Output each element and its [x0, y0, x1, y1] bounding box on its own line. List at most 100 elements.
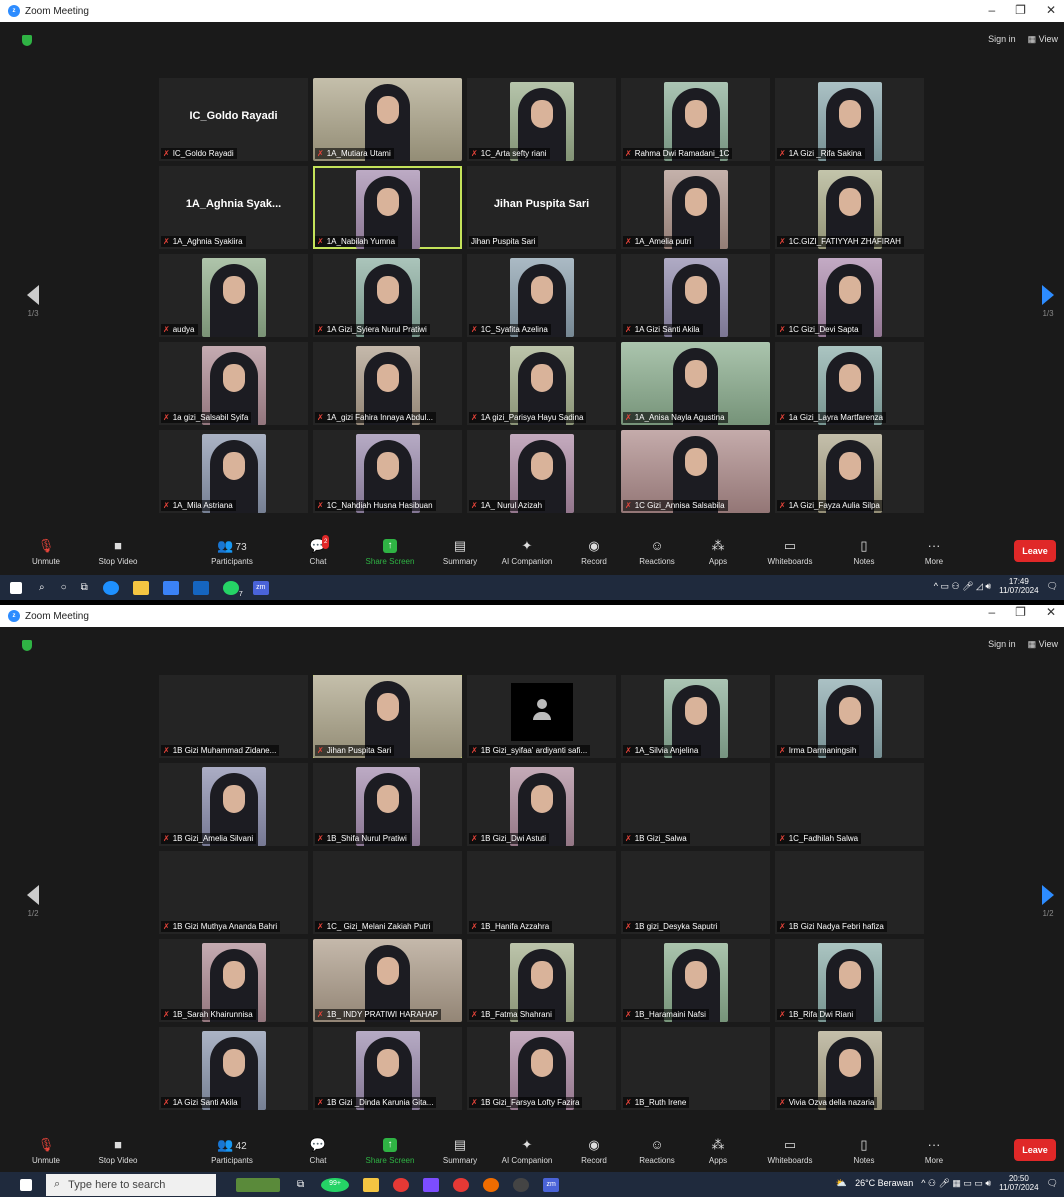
participant-tile[interactable]: ✗ 1B_Ruth Irene [621, 1027, 770, 1110]
task-view-icon[interactable]: ⧉ [81, 582, 88, 593]
media-player-icon[interactable] [513, 1177, 530, 1192]
participant-tile[interactable]: ✗ 1C_ Gizi_Melani Zakiah Putri [313, 851, 462, 934]
file-explorer-icon[interactable] [132, 580, 149, 595]
participant-tile[interactable]: ✗ 1A_Mila Astriana [159, 430, 308, 513]
participant-tile[interactable]: ✗ Rahma Dwi Ramadani_1C [621, 78, 770, 161]
participant-tile[interactable]: ✗ 1A Gizi Santi Akila [159, 1027, 308, 1110]
more-button[interactable]: ··· More [904, 1138, 964, 1166]
zoom-taskbar-icon[interactable]: zm [252, 580, 269, 595]
participant-tile[interactable]: 1A_Aghnia Syak... ✗ 1A_Aghnia Syakiira [159, 166, 308, 249]
participant-tile[interactable]: ✗ 1A gizi_Parisya Hayu Sadina [467, 342, 616, 425]
participant-tile[interactable]: ✗ 1A_Anisa Nayla Agustina [621, 342, 770, 425]
participant-tile[interactable]: ✗ 1B Gizi_syifaa' ardiyanti safi... [467, 675, 616, 758]
share-screen-button[interactable]: ↑ Share Screen [360, 1138, 420, 1165]
participant-tile[interactable]: ✗ Vivia Ozva della nazaria [775, 1027, 924, 1110]
leave-button[interactable]: Leave [1014, 1139, 1056, 1161]
restore-icon[interactable]: ❐ [1015, 3, 1026, 17]
reactions-button[interactable]: ☺ Reactions [627, 539, 687, 567]
participant-tile[interactable]: ✗ 1C_Fadhilah Salwa [775, 763, 924, 846]
taskbar-search-box[interactable]: ⌕ Type here to search [46, 1173, 216, 1196]
participant-tile[interactable]: ✗ 1B Gizi Muthya Ananda Bahri [159, 851, 308, 934]
unmute-button[interactable]: 🎙︎ Unmute [16, 1138, 76, 1166]
participant-tile[interactable]: ✗ 1A_Amelia putri [621, 166, 770, 249]
participant-tile[interactable]: ✗ 1C Gizi_Devi Sapta [775, 254, 924, 337]
participants-button[interactable]: 👥 73 Participants [202, 539, 262, 567]
close-icon[interactable]: ✕ [1046, 3, 1056, 17]
participant-tile[interactable]: ✗ 1A_gizi Fahira Innaya Abdul... [313, 342, 462, 425]
participant-tile[interactable]: ✗ 1C_Syafita Azelina [467, 254, 616, 337]
participant-tile[interactable]: ✗ 1C_Arta sefty riani [467, 78, 616, 161]
participant-tile[interactable]: ✗ 1A_Nabilah Yumna [313, 166, 462, 249]
clock[interactable]: 20:50 11/07/2024 [999, 1174, 1038, 1192]
restore-icon[interactable]: ❐ [1015, 605, 1026, 619]
chrome-icon-2[interactable] [453, 1177, 470, 1192]
search-icon[interactable]: ⌕ [39, 582, 45, 593]
task-view-icon[interactable]: ⧉ [297, 1179, 304, 1190]
whiteboards-button[interactable]: ▭ Whiteboards [760, 1138, 820, 1166]
tray-icons[interactable]: ^ ▭ ⚇ 🎤︎ ◿ 🔊︎ [934, 581, 991, 592]
participant-tile[interactable]: ✗ 1a Gizi_Layra Martfarenza [775, 342, 924, 425]
participant-tile[interactable]: ✗ 1B Gizi_Salwa [621, 763, 770, 846]
view-button[interactable]: ▦ View [1028, 639, 1058, 650]
apps-button[interactable]: ⁂ Apps [688, 1138, 748, 1166]
chrome-icon[interactable] [393, 1177, 410, 1192]
minimize-icon[interactable]: – [988, 3, 995, 17]
participant-tile[interactable]: ✗ 1B_Hanifa Azzahra [467, 851, 616, 934]
participant-tile[interactable]: ✗ 1B_Sarah Khairunnisa [159, 939, 308, 1022]
mail-icon[interactable] [192, 580, 209, 595]
participants-button[interactable]: 👥 42 Participants [202, 1138, 262, 1166]
participant-tile[interactable]: Jihan Puspita Sari Jihan Puspita Sari [467, 166, 616, 249]
participant-tile[interactable]: ✗ 1B_Haramaini Nafsi [621, 939, 770, 1022]
stop-video-button[interactable]: ■ Stop Video [88, 1138, 148, 1166]
next-page-button[interactable]: 1/2 [1038, 885, 1058, 918]
tray-icons[interactable]: ^ ⚇ 🎤︎ ▦ ▭ ▭ 🔊︎ [921, 1178, 991, 1189]
participant-tile[interactable]: ✗ 1B gizi_Desyka Saputri [621, 851, 770, 934]
participant-tile[interactable]: ✗ 1A Gizi_Syiera Nurul Pratiwi [313, 254, 462, 337]
participant-tile[interactable]: ✗ 1A Gizi _Rifa Sakina [775, 78, 924, 161]
participant-tile[interactable]: ✗ 1a gizi_Salsabil Syifa [159, 342, 308, 425]
edge-icon[interactable] [102, 580, 119, 595]
participant-tile[interactable]: ✗ 1B Gizi Muhammad Zidane... [159, 675, 308, 758]
notification-icon[interactable]: 🗨︎ [1047, 581, 1058, 592]
participant-tile[interactable]: ✗ 1B Gizi_Farsya Lofty Fazira [467, 1027, 616, 1110]
summary-button[interactable]: ▤ Summary [430, 1138, 490, 1166]
ai-companion-button[interactable]: ✦ AI Companion [497, 1138, 557, 1166]
participant-tile[interactable]: IC_Goldo Rayadi ✗ IC_Goldo Rayadi [159, 78, 308, 161]
prev-page-button[interactable]: 1/2 [23, 885, 43, 918]
view-button[interactable]: ▦ View [1028, 34, 1058, 45]
participant-tile[interactable]: ✗ 1B Gizi Nadya Febri hafiza [775, 851, 924, 934]
news-widget-icon[interactable] [236, 1177, 280, 1192]
minimize-icon[interactable]: – [988, 605, 995, 619]
weather-label[interactable]: 26°C Berawan [855, 1178, 913, 1188]
whatsapp-icon[interactable]: 7 [222, 580, 243, 598]
participant-tile[interactable]: ✗ 1B Gizi_Dwi Astuti [467, 763, 616, 846]
more-button[interactable]: ··· More [904, 539, 964, 567]
chrome-icon-3[interactable] [483, 1177, 500, 1192]
next-page-button[interactable]: 1/3 [1038, 285, 1058, 318]
apps-button[interactable]: ⁂ Apps [688, 539, 748, 567]
prev-page-button[interactable]: 1/3 [23, 285, 43, 318]
participant-tile[interactable]: ✗ 1A Gizi Santi Akila [621, 254, 770, 337]
whatsapp-icon[interactable]: 99+ [321, 1177, 350, 1192]
windows-start-icon[interactable] [20, 1178, 32, 1191]
file-explorer-icon[interactable] [363, 1177, 380, 1192]
unmute-button[interactable]: 🎙︎ Unmute [16, 539, 76, 567]
leave-button[interactable]: Leave [1014, 540, 1056, 562]
sign-in-link[interactable]: Sign in [988, 639, 1016, 650]
editor-icon[interactable] [423, 1177, 440, 1192]
clock[interactable]: 17:49 11/07/2024 [999, 577, 1038, 595]
participant-tile[interactable]: ✗ 1B_ INDY PRATIWI HARAHAP [313, 939, 462, 1022]
store-icon[interactable] [162, 580, 179, 595]
notes-button[interactable]: ▯ Notes [834, 1138, 894, 1166]
zoom-taskbar-icon[interactable]: zm [543, 1177, 560, 1192]
cortana-icon[interactable]: ○ [61, 582, 67, 593]
record-button[interactable]: ◉ Record [564, 539, 624, 567]
participant-tile[interactable]: ✗ 1B_Fatma Shahrani [467, 939, 616, 1022]
participant-tile[interactable]: ✗ 1B_Shifa Nurul Pratiwi [313, 763, 462, 846]
chat-button[interactable]: 💬 2 Chat [288, 535, 348, 566]
ai-companion-button[interactable]: ✦ AI Companion [497, 539, 557, 567]
summary-button[interactable]: ▤ Summary [430, 539, 490, 567]
record-button[interactable]: ◉ Record [564, 1138, 624, 1166]
participant-tile[interactable]: ✗ 1B Gizi_Amelia Silvani [159, 763, 308, 846]
participant-tile[interactable]: ✗ 1C.GIZI_FATIYYAH ZHAFIRAH [775, 166, 924, 249]
